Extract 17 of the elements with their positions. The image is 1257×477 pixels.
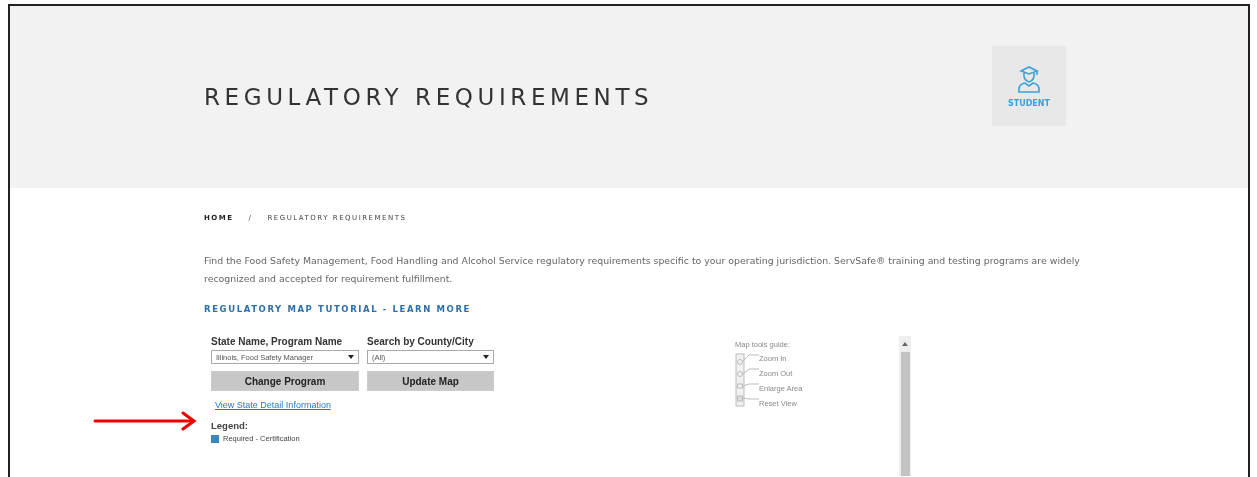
caret-icon <box>348 355 354 359</box>
field-label: State Name, Program Name <box>211 336 344 349</box>
intro-text: Find the Food Safety Management, Food Handling and Alcohol Service regulatory requirements specific to your operating jurisdiction. ServSafe® training and testing programs are widely recognized and accepted for requirement fulfillment. <box>204 254 1081 286</box>
action-button[interactable]: Update Map <box>367 371 494 391</box>
tutorial-link[interactable]: REGULATORY MAP TUTORIAL - LEARN MORE <box>204 304 471 314</box>
caret-icon <box>483 355 489 359</box>
detail-link[interactable]: View State Detail Information <box>215 400 331 410</box>
arrow-icon <box>93 411 197 431</box>
map-controls-drawing <box>735 352 759 410</box>
badge-label: STUDENT <box>1008 98 1050 108</box>
field-label: Search by County/City <box>367 336 475 349</box>
action-button[interactable]: Change Program <box>211 371 359 391</box>
scrollbar-thumb[interactable] <box>900 352 910 476</box>
scrollbar[interactable] <box>899 336 912 476</box>
student-icon <box>1015 64 1043 93</box>
page-title: REGULATORY REQUIREMENTS <box>204 84 655 110</box>
legend-title: Legend: <box>211 420 248 431</box>
